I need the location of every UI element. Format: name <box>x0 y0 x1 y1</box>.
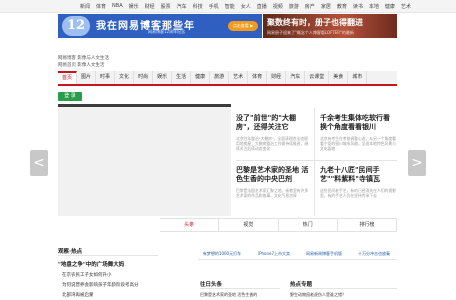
top-nav-item[interactable]: 汽车 <box>177 3 187 10</box>
story-card[interactable]: 九老十八匠"民间手艺""料紫料"寺镇瓦 这些民间老手艺，有的已经消失在人们的视野… <box>320 166 396 198</box>
hot-topic-item[interactable]: 野生动物园老虎伤人是谁之错？ <box>290 292 346 298</box>
top-nav-item[interactable]: 直播 <box>257 3 267 10</box>
top-nav-item[interactable]: 艺术 <box>401 3 411 10</box>
top-nav-item[interactable]: 女人 <box>241 3 251 10</box>
tab-item[interactable]: 视觉 <box>219 219 279 231</box>
top-nav-item[interactable]: 读书 <box>353 3 363 10</box>
story-description: 巴黎是法国艺术家汇聚之地，街巷里有许多艺术家的作品和故事，文化气息浓厚 <box>236 188 309 198</box>
hot-list-item[interactable]: 为何说营养会影响孩子年龄阶段考高分 <box>62 282 139 288</box>
hot-section-title: 观察·热点 <box>58 249 83 255</box>
promo-link[interactable]: 有梦想的1000元打车 <box>198 251 246 257</box>
hot-list-item[interactable]: 北部湾再被启蒙 <box>62 292 94 298</box>
story-divider-horizontal <box>236 160 397 161</box>
top-nav-item[interactable]: 科技 <box>193 3 203 10</box>
story-card[interactable]: 千余考生集体吃软行看换个角度看看银川 北京有考生在考前调整心态，从另一个角度看看… <box>320 114 396 151</box>
promo-link[interactable]: iPhone7上市大卖 <box>250 251 298 257</box>
story-card[interactable]: 没了"前世"的"大棚房"，还得关注它 北京往年整治"大棚房"，全面清理违法违规用… <box>236 114 310 151</box>
top-nav-item[interactable]: 娱乐 <box>129 3 139 10</box>
top-nav-item[interactable]: 体育 <box>96 3 106 10</box>
channel-item[interactable]: 首页 <box>58 71 78 84</box>
top-nav-item[interactable]: 视频 <box>273 3 283 10</box>
banner-view-button[interactable]: 点击查看 ▶ <box>228 21 258 31</box>
top-nav-item[interactable]: 房产 <box>305 3 315 10</box>
top-nav-item[interactable]: 健康 <box>385 3 395 10</box>
blog-anniversary-banner[interactable]: 12 我在网易博客那些年 网易博客12周年纪念 点击查看 ▶ <box>58 14 262 38</box>
channel-item[interactable]: 美食 <box>329 71 349 84</box>
promo-link[interactable]: 网易新闻博客手机版 <box>300 251 348 257</box>
top-nav-item[interactable]: 股票 <box>161 3 171 10</box>
channel-item[interactable]: 时事 <box>96 71 116 84</box>
top-nav-item[interactable]: 本地 <box>369 3 379 10</box>
channel-item[interactable]: 文化 <box>115 71 135 84</box>
top-nav-item[interactable]: 教育 <box>337 3 347 10</box>
top-nav-item[interactable]: 新闻 <box>80 3 90 10</box>
tab-item[interactable]: 热门 <box>279 219 338 231</box>
channel-item[interactable]: 财经 <box>267 71 287 84</box>
story-description: 这些民间老手艺，有的已经消失在人们的视野里，有的手艺人仍在坚持传承下去 <box>320 188 396 198</box>
lofter-banner-title: 聚数终有时，册子也得翻进 <box>267 18 363 27</box>
channel-item[interactable]: 汽车 <box>286 71 306 84</box>
hot-topic-title: 热点专题 <box>290 282 313 288</box>
channel-item[interactable]: 城市 <box>348 71 368 84</box>
top-nav: 新闻 体育 NBA 娱乐 财经 股票 汽车 科技 手机 智能 女人 直播 视频 旅游 房产 家居 教育 读书 本地健… <box>0 0 456 13</box>
section-divider <box>200 288 280 289</box>
channel-item[interactable]: 生活 <box>172 71 192 84</box>
top-nav-item[interactable]: NBA <box>112 3 123 10</box>
story-card[interactable]: 巴黎是艺术家的圣地 活色生香的中央巴剂 巴黎是法国艺术家汇聚之地，街巷里有许多艺… <box>236 166 310 198</box>
carousel-prev-arrow[interactable]: < <box>30 150 48 176</box>
top-nav-item[interactable]: 家居 <box>321 3 331 10</box>
top-nav-item[interactable]: 手机 <box>209 3 219 10</box>
tab-item[interactable]: 头条 <box>160 219 220 231</box>
story-title[interactable]: 九老十八匠"民间手艺""料紫料"寺镇瓦 <box>320 166 396 184</box>
site-logo[interactable]: 网易博客 影像与人文生活 <box>58 55 116 61</box>
story-description: 北京往年整治"大棚房"，全面清理违法违规用地房屋；大棚房整治工作需持续推进，继续… <box>236 136 309 151</box>
links-divider <box>198 259 397 260</box>
channel-bar: 首页 图片 时事 文化 时尚 娱乐 生活 健康 旅游 艺术 体育 财经 汽车 云课堂 美食 城市 <box>58 71 397 86</box>
daily-item[interactable]: 巴黎是艺术家的圣地 活色生香的 <box>200 292 257 298</box>
channel-item[interactable]: 娱乐 <box>153 71 173 84</box>
channel-item[interactable]: 旅游 <box>210 71 230 84</box>
top-nav-item[interactable]: 旅游 <box>289 3 299 10</box>
channel-item[interactable]: 时尚 <box>134 71 154 84</box>
hero-image[interactable] <box>58 104 231 216</box>
hot-list-item[interactable]: 在京农民工子女如何升小 <box>62 272 112 278</box>
tab-item[interactable]: 排行榜 <box>338 219 397 231</box>
channel-item[interactable]: 图片 <box>77 71 97 84</box>
daily-section-title: 往日头条 <box>200 282 223 288</box>
story-divider-vertical <box>314 108 315 216</box>
channel-item[interactable]: 体育 <box>248 71 268 84</box>
lofter-banner-subtitle: 网易册子迎来了"概念个人博客版LOFTER"的最新 <box>267 30 354 35</box>
hot-headline[interactable]: "地盘之争"中的广场舞大妈 <box>58 260 124 268</box>
banner-subtitle: 网易博客12周年纪念 <box>148 29 186 34</box>
logo-subtitle: 网易首页 影像人文生活 <box>58 63 105 68</box>
story-description: 北京有考生在考前调整心态，从另一个角度看看宁夏的银川城市风貌，呈现本地特色风景与… <box>320 136 396 151</box>
section-divider <box>290 288 397 289</box>
top-nav-list: 新闻 体育 NBA 娱乐 财经 股票 汽车 科技 手机 智能 女人 直播 视频 旅游 房产 家居 教育 读书 本地健… <box>80 3 411 10</box>
lofter-banner[interactable]: 聚数终有时，册子也得翻进 网易册子迎来了"概念个人博客版LOFTER"的最新 <box>263 14 397 38</box>
section-divider <box>58 255 158 256</box>
anniversary-badge: 12 <box>62 16 90 36</box>
channel-item[interactable]: 艺术 <box>229 71 249 84</box>
channel-item[interactable]: 云课堂 <box>305 71 330 84</box>
content-tabs: 头条 视觉 热门 排行榜 <box>160 218 397 232</box>
promo-link[interactable]: 十万分冲击也放棄 <box>350 251 398 257</box>
story-title[interactable]: 巴黎是艺术家的圣地 活色生香的中央巴剂 <box>236 166 310 184</box>
story-title[interactable]: 没了"前世"的"大棚房"，还得关注它 <box>236 114 310 132</box>
top-nav-item[interactable]: 智能 <box>225 3 235 10</box>
channel-item[interactable]: 健康 <box>191 71 211 84</box>
carousel-next-arrow[interactable]: > <box>408 150 426 176</box>
hero-top-strip <box>58 104 231 107</box>
story-title[interactable]: 千余考生集体吃软行看换个角度看看银川 <box>320 114 396 132</box>
top-nav-item[interactable]: 财经 <box>145 3 155 10</box>
login-button[interactable]: 登 录 <box>58 92 82 101</box>
